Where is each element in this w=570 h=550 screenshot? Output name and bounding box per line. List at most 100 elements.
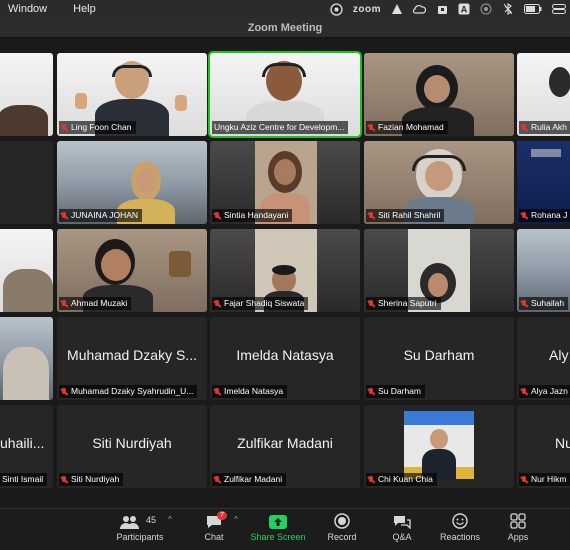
participant-display-name: Siti Nurdiyah [92,435,172,451]
participant-name-label: Chi Kuan Chia [366,473,437,486]
share-screen-button[interactable]: Share Screen [246,513,310,542]
participant-tile-junaina-johan[interactable]: JUNAINA JOHAN [57,141,207,224]
mic-muted-icon [61,211,67,220]
system-tray: zoom A [330,0,566,18]
share-screen-icon [246,513,310,529]
mic-muted-icon [521,299,527,308]
system-menubar: Window Help zoom A [0,0,570,18]
participant-name-label: Siti Nurdiyah [59,473,124,486]
participant-name-label: Siti Rahil Shahril [366,209,445,222]
participant-name-label: Ling Foon Chan [59,121,136,134]
cloud-icon[interactable] [413,3,426,15]
participant-tile-chi-kuan-chia[interactable]: Chi Kuan Chia [364,405,514,488]
menu-window[interactable]: Window [8,3,47,15]
apps-icon [486,513,550,529]
mic-muted-icon [214,211,220,220]
participants-icon: 45 ^ [108,513,172,529]
record-button[interactable]: Record [310,513,374,542]
airdrop-icon[interactable] [480,3,492,15]
participant-tile-suhailah[interactable]: Suhailah [517,229,570,312]
mic-muted-icon [214,387,220,396]
participant-tile-alya-jazn[interactable]: Aly Alya Jazn [517,317,570,400]
zoom-status-icon[interactable] [330,2,343,16]
mic-muted-icon [368,475,374,484]
participant-tile-ling-foon-chan[interactable]: Ling Foon Chan [57,53,207,136]
participant-name-label: Fajar Shadiq Siswata [212,297,309,310]
participant-tile-nur-hikm[interactable]: Nu Nur Hikm [517,405,570,488]
text-input-icon[interactable]: A [458,3,470,15]
chat-unread-badge: 7 [217,511,227,520]
mic-muted-icon [214,475,220,484]
mic-muted-icon [521,387,527,396]
participant-count: 45 [146,515,157,525]
record-icon [310,513,374,529]
participant-tile-su-darham[interactable]: Su Darham Su Darham [364,317,514,400]
mic-muted-icon [368,211,374,220]
mic-muted-icon [368,123,374,132]
participant-tile-partial-2[interactable] [0,141,53,224]
participant-name-label: Ahmad Muzaki [59,297,132,310]
participant-name-label: Sintia Handayani [212,209,293,222]
chat-caret-icon[interactable]: ^ [234,515,238,524]
vlc-icon[interactable] [391,3,403,15]
mic-muted-icon [214,299,220,308]
mic-muted-icon [61,387,67,396]
participant-tile-ungku-aziz-centre[interactable]: Ungku Aziz Centre for Developm... [208,51,362,138]
participant-tile-rulia-akh[interactable]: Rulia Akh [517,53,570,136]
chat-button[interactable]: 7 ^ Chat [182,511,246,542]
participant-tile-imelda-natasya[interactable]: Imelda Natasya Imelda Natasya [210,317,360,400]
participant-tile-partial-3[interactable] [0,229,53,312]
bag-icon[interactable] [436,3,448,15]
mic-muted-icon [521,475,527,484]
participant-tile-fazian-mohamad[interactable]: Fazian Mohamad [364,53,514,136]
battery-icon[interactable] [524,3,542,15]
participant-tile-zulfikar-madani[interactable]: Zulfikar Madani Zulfikar Madani [210,405,360,488]
mic-muted-icon [61,299,67,308]
participants-button[interactable]: 45 ^ Participants [108,513,172,542]
participant-tile-muhamad-dzaky[interactable]: Muhamad Dzaky S... Muhamad Dzaky Syahrud… [57,317,207,400]
participant-display-name: Muhamad Dzaky S... [67,347,197,363]
participant-display-name: Su Darham [403,347,475,363]
participant-tile-sinti-ismail[interactable]: uhaili... Sinti Ismail [0,405,53,488]
qa-button[interactable]: Q&A [370,513,434,542]
reactions-button[interactable]: Reactions [428,513,492,542]
participant-display-name: Nu [555,435,570,451]
participant-name-label: Rulia Akh [519,121,570,134]
control-center-icon[interactable] [552,3,566,15]
participant-tile-partial-4[interactable] [0,317,53,400]
mic-muted-icon [521,211,527,220]
participant-tile-rohana-j[interactable]: Rohana J [517,141,570,224]
reactions-icon [428,513,492,529]
participant-name-label: Nur Hikm [519,473,570,486]
participant-name-label: Zulfikar Madani [212,473,287,486]
participant-name-label: Fazian Mohamad [366,121,448,134]
participant-tile-fajar-shadiq-siswata[interactable]: Fajar Shadiq Siswata [210,229,360,312]
participant-name-label: Ungku Aziz Centre for Developm... [212,121,349,134]
apps-button[interactable]: Apps [486,513,550,542]
window-title: Zoom Meeting [0,18,570,38]
mic-muted-icon [368,387,374,396]
participant-display-name: Aly [549,347,569,363]
participant-tile-siti-nurdiyah[interactable]: Siti Nurdiyah Siti Nurdiyah [57,405,207,488]
participant-tile-sherina-saputri[interactable]: Sherina Saputri [364,229,514,312]
participant-display-name: uhaili... [0,435,45,451]
bluetooth-off-icon[interactable] [502,3,514,15]
zoom-app-label[interactable]: zoom [353,3,381,15]
participant-name-label: Suhailah [519,297,569,310]
participants-caret-icon[interactable]: ^ [168,515,172,524]
participant-display-name: Zulfikar Madani [237,435,333,451]
participant-name-label: Muhamad Dzaky Syahrudin_U... [59,385,198,398]
svg-text:A: A [461,5,468,15]
mic-muted-icon [61,475,67,484]
participant-name-label: JUNAINA JOHAN [59,209,143,222]
gallery-view: Ling Foon Chan Ungku Aziz Centre for Dev… [0,38,570,508]
participant-tile-partial-1[interactable] [0,53,53,136]
participant-name-label: Sinti Ismail [0,473,48,486]
participant-name-label: Su Darham [366,385,425,398]
participant-tile-ahmad-muzaki[interactable]: Ahmad Muzaki [57,229,207,312]
participant-tile-sintia-handayani[interactable]: Sintia Handayani [210,141,360,224]
participant-tile-siti-rahil-shahril[interactable]: Siti Rahil Shahril [364,141,514,224]
menu-help[interactable]: Help [73,3,96,15]
participant-name-label: Sherina Saputri [366,297,441,310]
mic-muted-icon [61,123,67,132]
